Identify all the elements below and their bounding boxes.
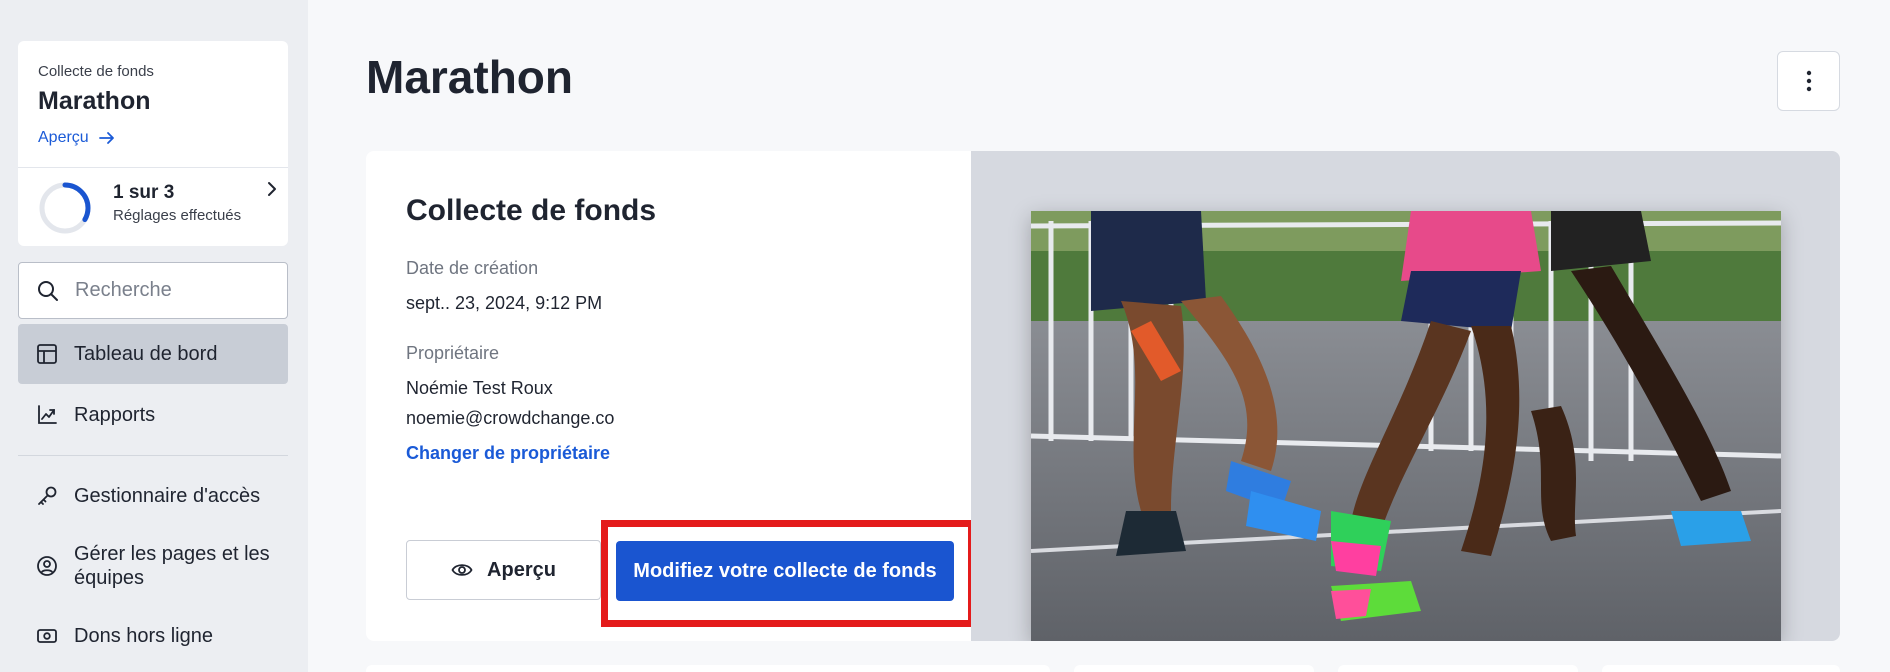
owner-name: Noémie Test Roux (406, 378, 553, 398)
arrow-right-icon (98, 132, 114, 144)
bottom-card (1074, 665, 1314, 672)
progress-count: 1 sur 3 (113, 182, 175, 203)
search-box (18, 262, 288, 319)
owner-label: Propriétaire (406, 343, 500, 363)
card-heading: Collecte de fonds (406, 194, 657, 227)
dashboard-icon (36, 343, 58, 365)
sidebar-item-reports[interactable]: Rapports (18, 385, 288, 445)
campaign-info-card: Collecte de fonds Date de création sept.… (366, 151, 1840, 641)
search-icon (38, 280, 58, 301)
eye-icon (451, 564, 473, 576)
sidebar-item-label: Tableau de bord (74, 342, 218, 365)
sidebar-item-label: Dons hors ligne (74, 624, 213, 647)
page-title: Marathon (366, 51, 573, 103)
preview-button[interactable]: Aperçu (406, 540, 601, 600)
card-divider (18, 167, 288, 168)
user-circle-icon (36, 555, 58, 577)
more-options-button[interactable] (1777, 51, 1840, 111)
sidebar-item-label: Gestionnaire d'accès (74, 484, 261, 507)
cash-icon (36, 625, 58, 647)
chart-icon (36, 404, 58, 426)
key-icon (36, 485, 58, 507)
owner-email: noemie@crowdchange.co (406, 408, 615, 428)
bottom-card (1602, 665, 1840, 672)
search-input[interactable] (75, 279, 265, 302)
sidebar-item-pages-teams[interactable]: Gérer les pages et les équipes (18, 535, 288, 597)
more-vertical-icon (1806, 70, 1811, 92)
change-owner-link[interactable]: Changer de propriétaire (406, 443, 610, 464)
sidebar-item-label: Gérer les pages et les équipes (74, 543, 270, 589)
created-value: sept.. 23, 2024, 9:12 PM (406, 293, 603, 313)
bottom-card (366, 665, 1050, 672)
preview-button-label: Aperçu (487, 558, 556, 581)
sidebar-item-dashboard[interactable]: Tableau de bord (18, 324, 288, 384)
sidebar-item-offline-donations[interactable]: Dons hors ligne (18, 606, 288, 666)
campaign-cover-image (1031, 211, 1781, 641)
nav-divider (18, 455, 288, 456)
campaign-preview-label: Aperçu (38, 129, 89, 146)
progress-ring-icon (39, 182, 91, 234)
edit-campaign-button[interactable]: Modifiez votre collecte de fonds (616, 541, 954, 601)
sidebar-item-label: Rapports (74, 403, 156, 426)
sidebar-item-access-manager[interactable]: Gestionnaire d'accès (18, 466, 288, 526)
chevron-right-icon (268, 182, 276, 196)
campaign-card: Collecte de fonds Marathon Aperçu 1 sur … (18, 41, 288, 246)
progress-subtitle: Réglages effectués (113, 207, 242, 224)
campaign-preview-link[interactable]: Aperçu (38, 129, 115, 147)
campaign-name: Marathon (38, 87, 151, 115)
setup-progress[interactable]: 1 sur 3 Réglages effectués (38, 179, 278, 237)
created-label: Date de création (406, 258, 539, 278)
image-panel (971, 151, 1840, 641)
bottom-card (1338, 665, 1578, 672)
sidebar: Collecte de fonds Marathon Aperçu 1 sur … (0, 0, 308, 672)
campaign-kicker: Collecte de fonds (38, 63, 154, 80)
